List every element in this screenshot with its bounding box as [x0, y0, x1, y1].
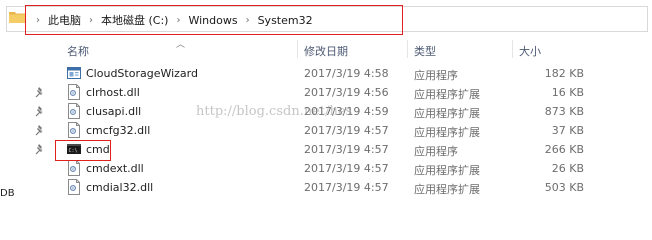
- file-type: 应用程序: [414, 69, 458, 82]
- file-type: 应用程序扩展: [414, 126, 480, 139]
- file-name: CloudStorageWizard: [86, 67, 198, 80]
- file-size: 37 KB: [551, 124, 584, 137]
- pin-icon[interactable]: [34, 105, 46, 117]
- file-name: cmdial32.dll: [86, 181, 154, 194]
- file-type: 应用程序扩展: [414, 107, 480, 120]
- file-type: 应用程序扩展: [414, 164, 480, 177]
- dll-file-icon: [67, 103, 81, 119]
- dll-file-icon: [67, 122, 81, 138]
- pin-icon[interactable]: [34, 143, 46, 155]
- column-header: 名称 修改日期 类型 大小: [0, 40, 652, 58]
- file-date: 2017/3/19 4:56: [304, 86, 389, 99]
- file-type: 应用程序扩展: [414, 88, 480, 101]
- cmd-highlight-box: [55, 140, 111, 161]
- file-name: clusapi.dll: [86, 105, 142, 118]
- file-date: 2017/3/19 4:57: [304, 143, 389, 156]
- address-highlight-box: [25, 5, 403, 35]
- file-size: 873 KB: [544, 105, 584, 118]
- folder-icon: [9, 12, 25, 23]
- file-size: 266 KB: [544, 143, 584, 156]
- column-divider[interactable]: [512, 40, 513, 58]
- file-date: 2017/3/19 4:57: [304, 124, 389, 137]
- pin-icon[interactable]: [34, 86, 46, 98]
- file-name: cmdext.dll: [86, 162, 144, 175]
- address-bar: › 此电脑 › 本地磁盘 (C:) › Windows › System32: [0, 0, 652, 36]
- file-name: clrhost.dll: [86, 86, 140, 99]
- file-size: 503 KB: [544, 181, 584, 194]
- file-row[interactable]: cmdial32.dll 2017/3/19 4:57 应用程序扩展 503 KB: [0, 178, 652, 197]
- nav-pane-fragment: DB: [0, 188, 15, 199]
- file-date: 2017/3/19 4:58: [304, 67, 389, 80]
- pin-icon[interactable]: [34, 124, 46, 136]
- file-row[interactable]: cmcfg32.dll 2017/3/19 4:57 应用程序扩展 37 KB: [0, 121, 652, 140]
- file-size: 182 KB: [544, 67, 584, 80]
- dll-file-icon: [67, 160, 81, 176]
- column-name[interactable]: 名称: [67, 43, 89, 59]
- file-type: 应用程序: [414, 145, 458, 158]
- column-date[interactable]: 修改日期: [304, 43, 348, 59]
- file-date: 2017/3/19 4:59: [304, 105, 389, 118]
- file-row[interactable]: CloudStorageWizard 2017/3/19 4:58 应用程序 182 …: [0, 64, 652, 83]
- file-size: 26 KB: [551, 162, 584, 175]
- file-date: 2017/3/19 4:57: [304, 181, 389, 194]
- column-type[interactable]: 类型: [414, 43, 436, 59]
- dll-file-icon: [67, 179, 81, 195]
- file-size: 16 KB: [551, 86, 584, 99]
- file-type: 应用程序扩展: [414, 183, 480, 196]
- file-date: 2017/3/19 4:57: [304, 162, 389, 175]
- app-window-icon: [67, 65, 81, 81]
- file-name: cmcfg32.dll: [86, 124, 151, 137]
- file-row[interactable]: clusapi.dll 2017/3/19 4:59 应用程序扩展 873 KB: [0, 102, 652, 121]
- column-divider[interactable]: [407, 40, 408, 58]
- dll-file-icon: [67, 84, 81, 100]
- column-size[interactable]: 大小: [519, 43, 541, 59]
- column-divider[interactable]: [297, 40, 298, 58]
- file-row[interactable]: clrhost.dll 2017/3/19 4:56 应用程序扩展 16 KB: [0, 83, 652, 102]
- file-row[interactable]: cmdext.dll 2017/3/19 4:57 应用程序扩展 26 KB: [0, 159, 652, 178]
